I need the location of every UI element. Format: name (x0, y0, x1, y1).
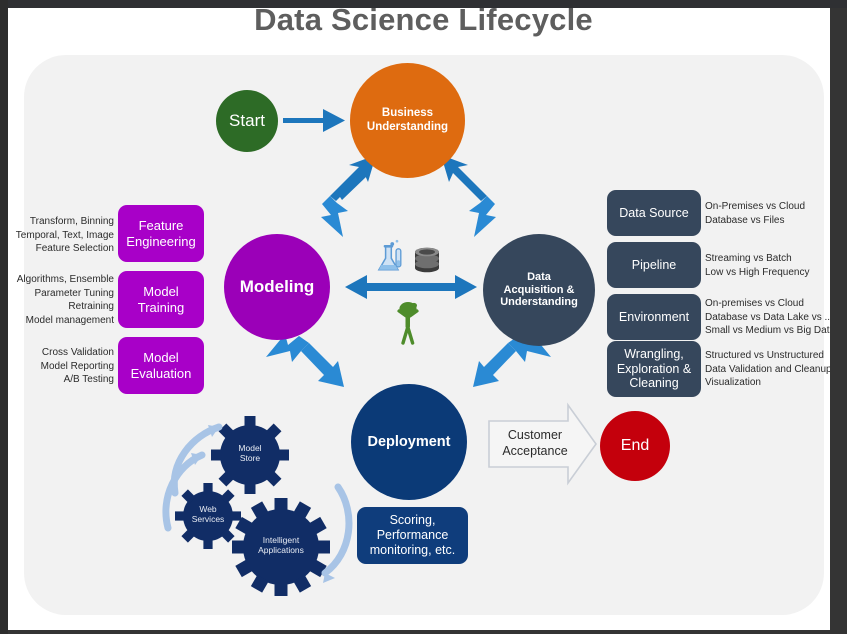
note-line: Visualization (705, 377, 761, 388)
diagram-canvas: Data Science Lifecycle Start Business Un… (8, 8, 830, 630)
note-line: Small vs Medium vs Big Data (705, 325, 830, 336)
box-model-evaluation[interactable]: Model Evaluation (118, 337, 204, 394)
note-line: Temporal, Text, Image (15, 229, 114, 241)
note-line: Database vs Files (705, 214, 785, 226)
note-wrangling: Structured vs Unstructured Data Validati… (705, 349, 830, 390)
box-wrangling[interactable]: Wrangling, Exploration & Cleaning (607, 341, 701, 397)
box-model-training-line2: Training (137, 299, 185, 315)
node-data-acq-line2: Acquisition & (503, 283, 575, 296)
box-scoring-performance[interactable]: Scoring, Performance monitoring, etc. (357, 507, 468, 564)
note-line: Feature Selection (35, 243, 114, 254)
note-line: Low vs High Frequency (705, 266, 810, 278)
note-line: Streaming vs Batch (705, 253, 792, 264)
box-model-evaluation-line1: Model (143, 350, 179, 366)
database-icon (415, 247, 439, 273)
box-pipeline[interactable]: Pipeline (607, 242, 701, 288)
node-end-label: End (620, 436, 650, 454)
box-model-training[interactable]: Model Training (118, 271, 204, 328)
arrow-business-dataacq (441, 155, 496, 237)
node-deployment-label: Deployment (367, 433, 451, 450)
customer-acceptance-line: Customer (507, 428, 563, 442)
note-model-evaluation: Cross Validation Model Reporting A/B Tes… (14, 346, 114, 387)
box-wrangling-line1: Wrangling, (624, 346, 684, 361)
node-modeling[interactable]: Modeling (224, 234, 330, 340)
note-line: Database vs Data Lake vs .. (705, 311, 830, 323)
customer-acceptance-line: Acceptance (502, 444, 568, 459)
box-feature-engineering-line2: Engineering (126, 233, 196, 249)
box-feature-engineering[interactable]: Feature Engineering (118, 205, 204, 262)
customer-acceptance-label: Customer Acceptance (489, 427, 581, 460)
node-data-acq-line1: Data (527, 271, 551, 284)
box-wrangling-line2: Exploration & (616, 361, 692, 376)
box-model-training-line1: Model (143, 284, 179, 300)
browser-toolbar-strip (0, 0, 847, 8)
node-data-acquisition[interactable]: Data Acquisition & Understanding (483, 234, 595, 346)
note-line: Parameter Tuning (34, 287, 115, 299)
arrow-modeling-dataacq (345, 275, 477, 299)
person-with-idea-icon (397, 302, 419, 345)
gear-model-store (211, 416, 289, 494)
page-left-strip (0, 0, 8, 634)
note-line: A/B Testing (63, 374, 114, 385)
box-data-source[interactable]: Data Source (607, 190, 701, 236)
note-line: On-premises vs Cloud (705, 298, 804, 309)
node-business-label-line1: Business (381, 107, 434, 120)
box-scoring-line1: Scoring, (389, 513, 436, 528)
note-line: Algorithms, Ensemble (16, 274, 114, 285)
note-feature-engineering: Transform, Binning Temporal, Text, Image… (14, 215, 114, 256)
note-line: Structured vs Unstructured (705, 350, 824, 361)
note-environment: On-premises vs Cloud Database vs Data La… (705, 297, 830, 338)
arrow-start-to-business (283, 109, 345, 132)
node-start[interactable]: Start (216, 90, 278, 152)
gear-intelligent-applications (232, 498, 330, 596)
box-feature-engineering-line1: Feature (138, 218, 184, 234)
note-line: Model management (25, 314, 114, 326)
note-pipeline: Streaming vs Batch Low vs High Frequency (705, 252, 830, 279)
node-end[interactable]: End (600, 411, 670, 481)
gear-cluster (162, 416, 353, 596)
note-line: Retraining (68, 301, 114, 312)
node-deployment[interactable]: Deployment (351, 384, 467, 500)
image-lightbox-viewer[interactable]: Data Science Lifecycle Start Business Un… (8, 8, 830, 630)
box-pipeline-label: Pipeline (631, 257, 677, 272)
node-modeling-label: Modeling (239, 277, 315, 297)
node-business-label-line2: Understanding (366, 120, 449, 133)
box-environment[interactable]: Environment (607, 294, 701, 340)
arrow-modeling-deployment (266, 334, 344, 387)
node-data-acq-line3: Understanding (500, 296, 578, 309)
note-line: Cross Validation (41, 347, 114, 358)
note-line: On-Premises vs Cloud (705, 201, 806, 212)
node-start-label: Start (229, 111, 265, 131)
note-line: Model Reporting (40, 360, 114, 372)
arrow-business-modeling (321, 155, 376, 237)
note-line: Data Validation and Cleanup (705, 363, 830, 375)
note-line: Transform, Binning (29, 216, 114, 227)
node-business-understanding[interactable]: Business Understanding (350, 63, 465, 178)
note-data-source: On-Premises vs Cloud Database vs Files (705, 200, 830, 227)
box-scoring-line3: monitoring, etc. (369, 542, 456, 557)
note-model-training: Algorithms, Ensemble Parameter Tuning Re… (8, 273, 114, 327)
box-environment-label: Environment (618, 309, 690, 324)
box-model-evaluation-line2: Evaluation (130, 365, 192, 381)
box-scoring-line2: Performance (376, 528, 449, 543)
box-data-source-label: Data Source (619, 205, 689, 220)
box-wrangling-line3: Cleaning (629, 376, 679, 391)
flask-icon (377, 239, 402, 271)
